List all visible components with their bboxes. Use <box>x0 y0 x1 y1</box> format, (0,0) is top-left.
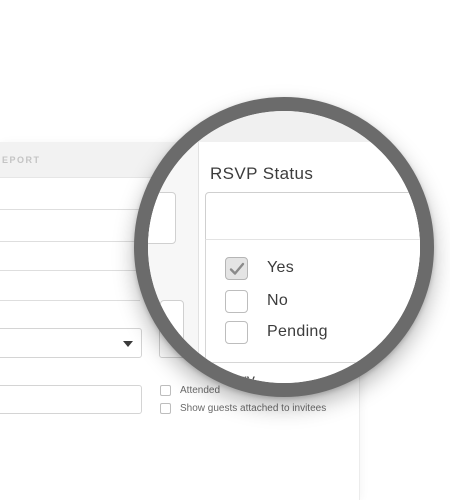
show-guests-checkbox[interactable] <box>160 403 171 414</box>
category-section-title: ory <box>232 372 256 389</box>
checkmark-icon <box>229 262 245 275</box>
show-guests-label: Show guests attached to invitees <box>180 403 327 414</box>
attended-checkbox[interactable] <box>160 385 171 396</box>
field-divider <box>0 209 140 210</box>
attended-label: Attended <box>180 385 221 396</box>
search-input[interactable] <box>0 385 142 414</box>
field-divider <box>0 300 140 301</box>
rsvp-status-title: RSVP Status <box>210 164 314 183</box>
magnified-left-field <box>148 192 176 244</box>
pending-label: Pending <box>267 323 328 340</box>
field-divider <box>0 241 140 242</box>
rsvp-status-input[interactable] <box>205 192 420 240</box>
magnified-view: RSVP Status Yes No Pending ory <box>148 111 420 389</box>
magnified-left-field <box>160 300 184 358</box>
field-divider <box>0 270 140 271</box>
yes-label: Yes <box>267 259 295 276</box>
yes-checkbox[interactable] <box>225 257 248 280</box>
pending-checkbox[interactable] <box>225 321 248 344</box>
category-select[interactable] <box>0 328 142 358</box>
no-checkbox[interactable] <box>225 290 248 313</box>
no-label: No <box>267 292 289 309</box>
chevron-down-icon <box>123 341 133 347</box>
panel-header-label: EPORT <box>2 155 41 165</box>
magnified-header-band <box>148 111 420 142</box>
magnifier-lens: RSVP Status Yes No Pending ory <box>134 97 434 397</box>
